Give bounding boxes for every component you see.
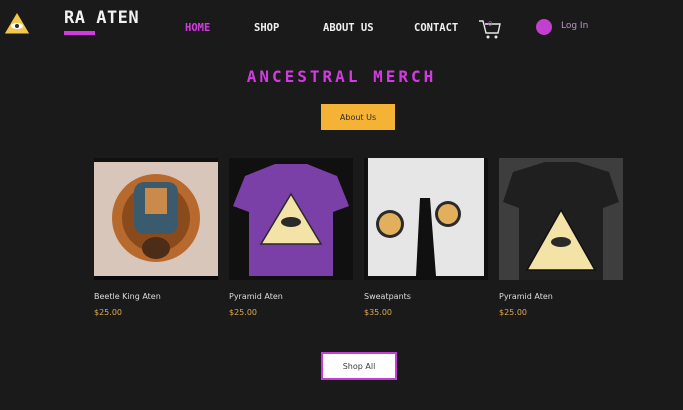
cart-count: 0	[488, 20, 493, 28]
product-price: $25.00	[499, 308, 527, 317]
nav-contact[interactable]: CONTACT	[414, 22, 458, 34]
product-card[interactable]: Pyramid Aten $25.00	[229, 158, 353, 317]
user-avatar-icon	[536, 19, 552, 35]
product-name[interactable]: Sweatpants	[364, 292, 411, 301]
product-image-pyramid-shirt-black[interactable]	[499, 158, 623, 280]
eye-pyramid-logo-icon[interactable]	[2, 10, 32, 36]
about-us-button[interactable]: About Us	[321, 104, 395, 130]
product-image-sweatpants[interactable]	[364, 158, 488, 280]
product-image-pyramid-shirt-purple[interactable]	[229, 158, 353, 280]
product-price: $35.00	[364, 308, 392, 317]
nav-shop[interactable]: SHOP	[254, 22, 279, 34]
shop-all-button[interactable]: Shop All	[321, 352, 397, 380]
product-image-beetle-king[interactable]	[94, 158, 218, 280]
nav-home[interactable]: HOME	[185, 22, 210, 34]
product-name[interactable]: Pyramid Aten	[499, 292, 553, 301]
brand-name[interactable]: RA ATEN	[64, 8, 139, 28]
product-name[interactable]: Beetle King Aten	[94, 292, 161, 301]
login-label: Log In	[561, 21, 589, 31]
product-card[interactable]: Sweatpants $35.00	[364, 158, 488, 317]
brand-underline	[64, 31, 95, 35]
product-price: $25.00	[229, 308, 257, 317]
product-card[interactable]: Beetle King Aten $25.00	[94, 158, 218, 317]
product-card[interactable]: Pyramid Aten $25.00	[499, 158, 623, 317]
section-title: ANCESTRAL MERCH	[246, 67, 437, 86]
product-price: $25.00	[94, 308, 122, 317]
product-name[interactable]: Pyramid Aten	[229, 292, 283, 301]
site-header: RA ATEN HOME SHOP ABOUT US CONTACT 0 Log…	[0, 0, 683, 50]
nav-about-us[interactable]: ABOUT US	[323, 22, 374, 34]
